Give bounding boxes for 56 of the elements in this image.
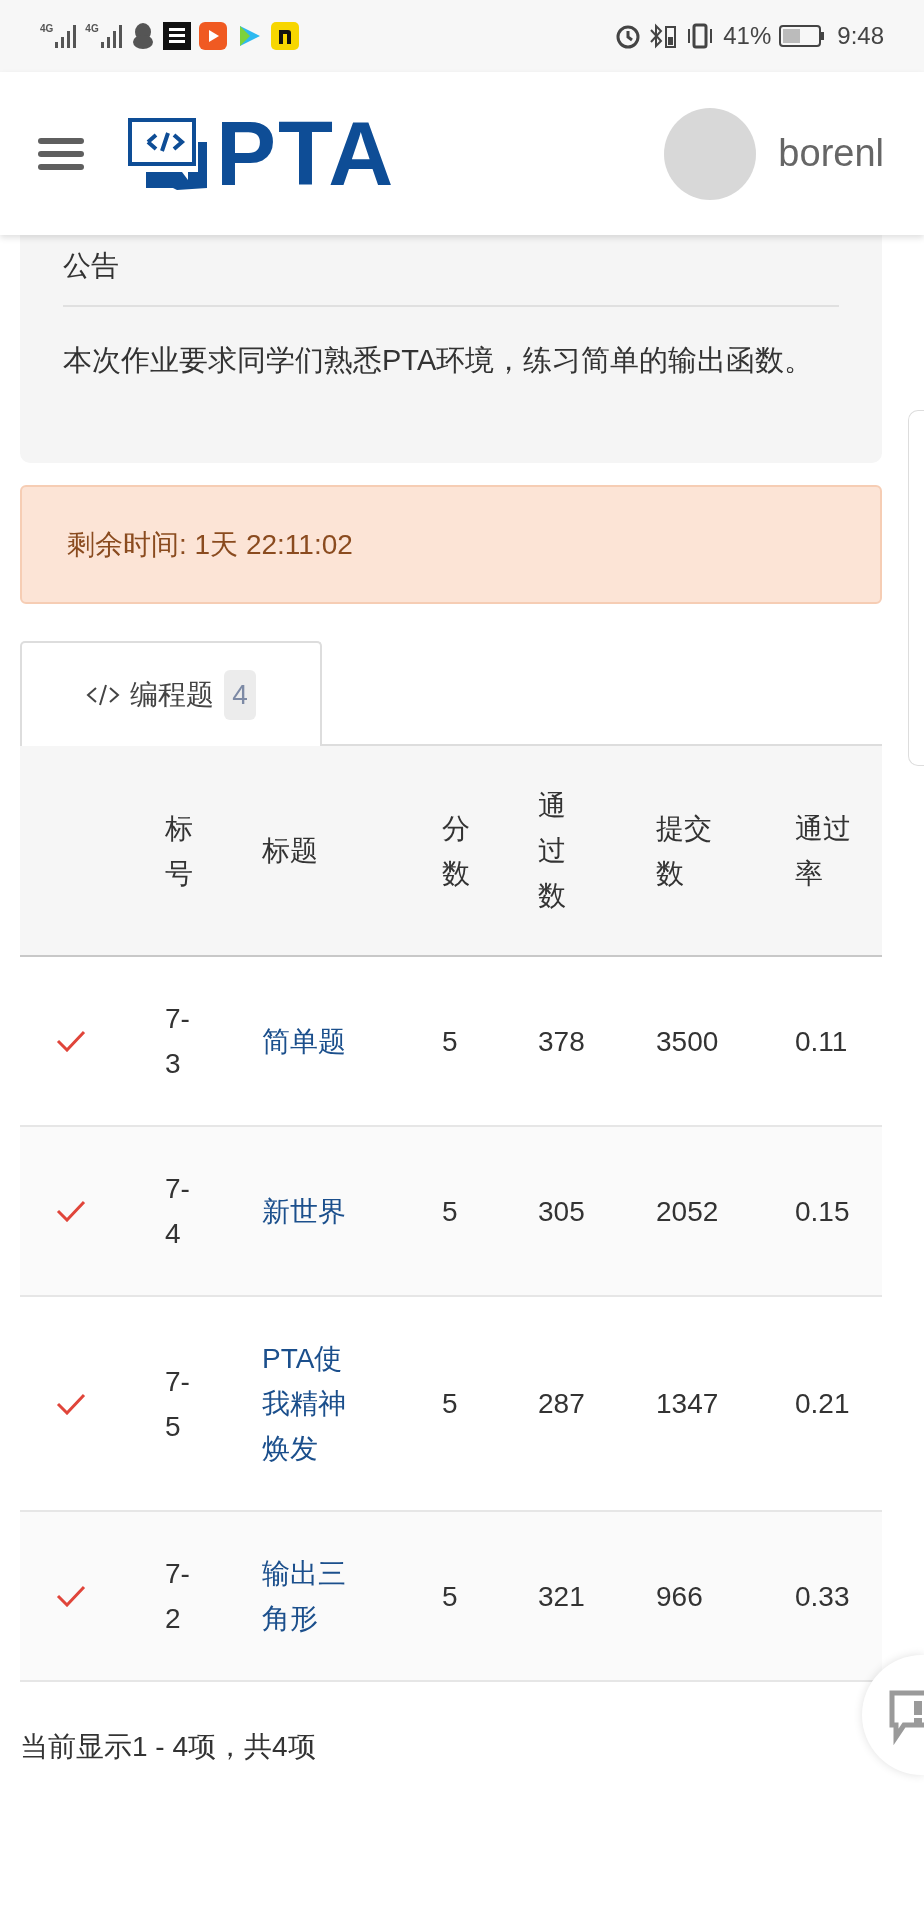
news-app-icon bbox=[162, 22, 191, 50]
table-cell: 287 bbox=[538, 1388, 585, 1419]
column-header: 通过数 bbox=[538, 789, 567, 913]
table-cell-text: 7-3 bbox=[165, 1002, 191, 1081]
countdown-alert: 剩余时间: 1天 22:11:02 bbox=[20, 485, 882, 604]
table-cell: 0.21 bbox=[795, 1388, 850, 1419]
username[interactable]: borenl bbox=[778, 125, 884, 182]
problem-link[interactable]: 简单题 bbox=[262, 1018, 357, 1064]
video-app-icon bbox=[198, 22, 227, 50]
tab[interactable]: 编程题 4 bbox=[20, 641, 322, 746]
battery-percent: 41% bbox=[723, 21, 772, 51]
column-header: 标号 bbox=[165, 811, 194, 891]
table-cell: 5 bbox=[442, 1025, 458, 1057]
problem-link[interactable]: PTA使我精神焕发 bbox=[262, 1336, 357, 1471]
column-header: 提交数 bbox=[656, 811, 713, 891]
column-header: 标题 bbox=[262, 834, 319, 868]
table-cell: 5 bbox=[442, 1195, 458, 1227]
alarm-icon bbox=[615, 23, 642, 49]
table-cell: 0.33 bbox=[795, 1580, 850, 1612]
table-cell: 5 bbox=[442, 1388, 458, 1419]
problem-link[interactable]: 输出三角形 bbox=[262, 1551, 357, 1641]
table-cell: 305 bbox=[538, 1195, 585, 1227]
table-cell-text: 7-4 bbox=[165, 1172, 191, 1251]
comment-alert-icon bbox=[888, 1689, 924, 1745]
battery-icon bbox=[779, 24, 826, 48]
side-handle[interactable] bbox=[908, 410, 924, 766]
notice-title: 公告 bbox=[63, 245, 839, 307]
table-cell: 2052 bbox=[656, 1195, 719, 1227]
app-icon bbox=[270, 22, 299, 50]
table-cell: 0.11 bbox=[795, 1025, 848, 1057]
table-cell: 0.15 bbox=[795, 1195, 850, 1227]
table-cell: 5 bbox=[442, 1580, 458, 1612]
problem-link[interactable]: 新世界 bbox=[262, 1188, 357, 1234]
notice-text: 本次作业要求同学们熟悉PTA环境，练习简单的输出函数。 bbox=[63, 343, 815, 378]
signal-icon bbox=[55, 24, 78, 48]
table-cell-text: 7-2 bbox=[165, 1557, 191, 1636]
table-cell: 1347 bbox=[656, 1388, 719, 1419]
code-chat-icon bbox=[128, 117, 208, 190]
logo[interactable]: PTA bbox=[128, 108, 396, 199]
column-header: 分数 bbox=[442, 811, 471, 891]
network-label: 4G bbox=[40, 24, 54, 34]
bluetooth-battery-icon bbox=[649, 23, 678, 49]
network-label: 4G bbox=[85, 24, 99, 34]
code-icon bbox=[86, 682, 121, 707]
count-badge: 4 bbox=[224, 669, 256, 720]
column-header: 通过率 bbox=[795, 811, 852, 891]
pagination-info: 当前显示1 - 4项，共4项 bbox=[20, 1730, 317, 1764]
clock-time: 9:48 bbox=[837, 21, 884, 51]
table-cell: 378 bbox=[538, 1025, 585, 1057]
penguin-icon bbox=[130, 22, 155, 50]
table-cell-text: 7-5 bbox=[165, 1364, 191, 1444]
table-cell: 3500 bbox=[656, 1025, 719, 1057]
table-cell: 321 bbox=[538, 1580, 585, 1612]
signal-icon bbox=[100, 24, 123, 48]
tab-label: 编程题 bbox=[130, 677, 215, 712]
table-cell: 966 bbox=[656, 1580, 703, 1612]
